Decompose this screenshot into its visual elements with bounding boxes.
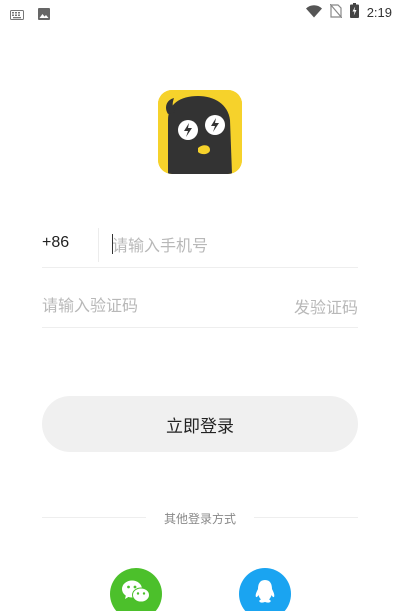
keyboard-icon (10, 5, 24, 24)
status-bar-left (10, 5, 50, 24)
image-icon (38, 5, 50, 24)
app-logo-icon (158, 90, 242, 174)
wechat-icon (121, 579, 151, 609)
divider (98, 228, 99, 262)
status-bar: 2:19 (0, 0, 400, 24)
qq-icon (253, 579, 277, 609)
no-sim-icon (329, 3, 343, 22)
status-time: 2:19 (366, 5, 392, 20)
divider-line-right (254, 517, 358, 518)
login-button[interactable]: 立即登录 (42, 396, 358, 452)
send-code-button[interactable]: 发验证码 (294, 294, 358, 318)
battery-icon (349, 3, 359, 22)
phone-input[interactable] (112, 230, 352, 260)
text-caret (112, 234, 113, 254)
code-row: 发验证码 (42, 282, 358, 328)
country-code-selector[interactable]: +86 (42, 234, 69, 252)
wechat-login-button[interactable] (110, 568, 162, 611)
verification-code-input[interactable] (42, 290, 262, 320)
other-login-divider: 其他登录方式 (42, 508, 358, 528)
qq-login-button[interactable] (239, 568, 291, 611)
other-login-label: 其他登录方式 (163, 512, 236, 526)
wifi-icon (305, 3, 322, 22)
phone-row: +86 (42, 222, 358, 268)
status-bar-right: 2:19 (305, 3, 392, 22)
